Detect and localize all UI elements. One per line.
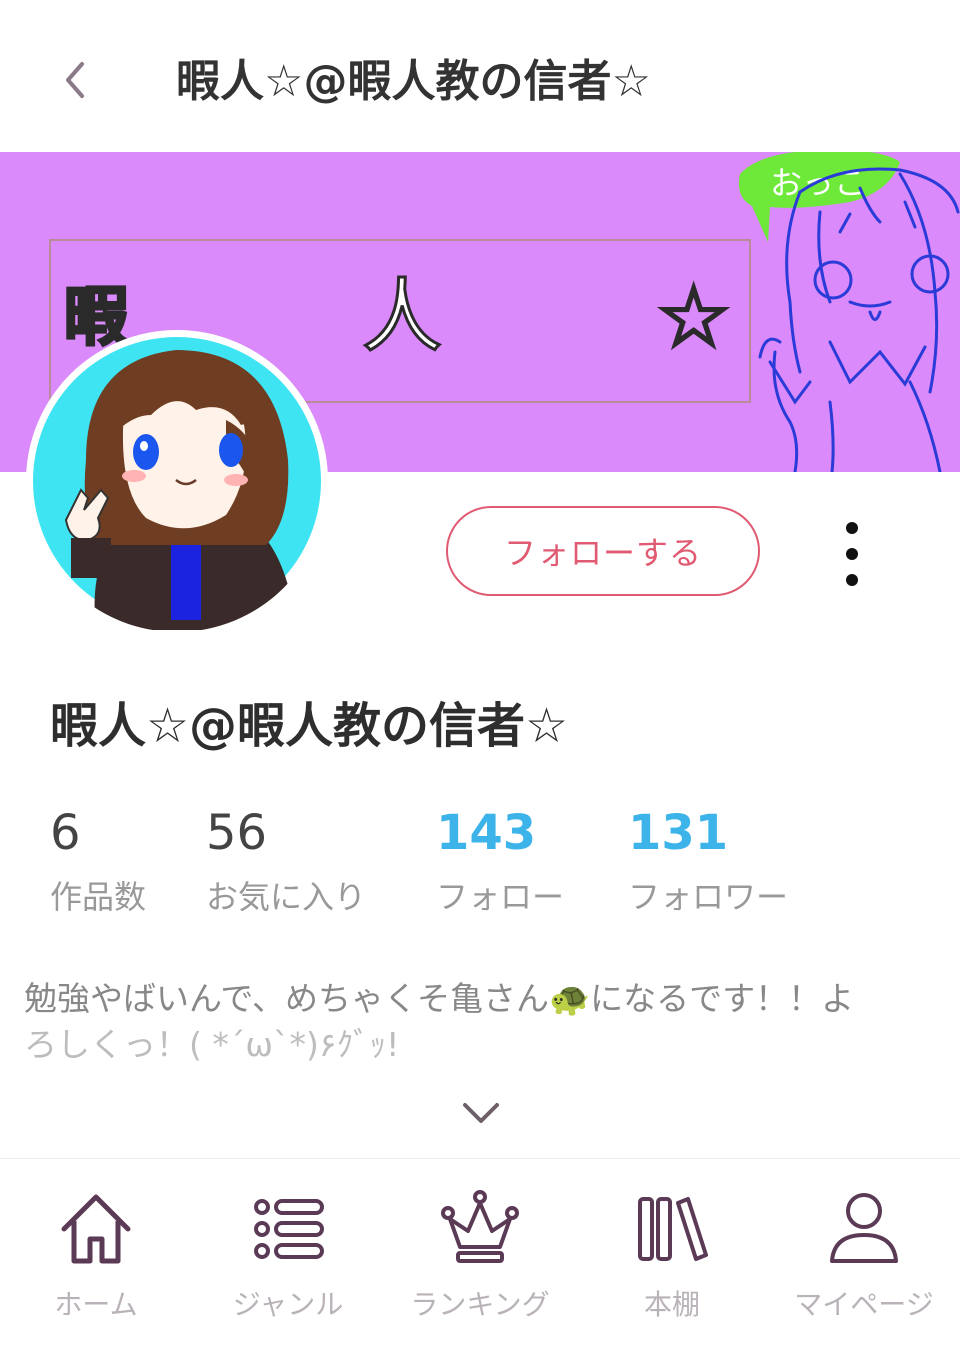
chevron-left-icon <box>66 62 84 98</box>
more-dot-icon <box>846 548 858 560</box>
more-dot-icon <box>846 574 858 586</box>
stat-following[interactable]: 143 フォロー <box>436 800 564 918</box>
bottom-nav: ホーム ジャンル ランキング 本棚 マイページ <box>0 1158 960 1349</box>
nav-label: ランキング <box>410 1288 550 1321</box>
page-title: 暇人☆@暇人教の信者☆ <box>176 56 651 107</box>
stat-value: 143 <box>436 805 537 861</box>
stat-value: 56 <box>206 805 268 861</box>
stat-label: フォロー <box>436 878 565 916</box>
list-icon <box>254 1199 324 1259</box>
banner-char-2: 人 <box>361 270 444 363</box>
home-icon <box>61 1194 131 1264</box>
nav-label: ホーム <box>54 1288 138 1321</box>
more-options-button[interactable] <box>830 522 874 586</box>
stat-favorites[interactable]: 56 お気に入り <box>206 800 366 918</box>
bookshelf-icon <box>638 1197 708 1261</box>
banner-char-3: ☆ <box>654 268 732 366</box>
top-bar: 暇人☆@暇人教の信者☆ <box>0 0 960 153</box>
crown-icon <box>441 1190 519 1263</box>
expand-bio-button[interactable] <box>456 1090 506 1136</box>
nav-bookshelf[interactable]: 本棚 <box>576 1159 768 1349</box>
stat-label: フォロワー <box>628 878 789 916</box>
stat-label: 作品数 <box>50 878 147 916</box>
nav-home[interactable]: ホーム <box>0 1159 192 1349</box>
profile-name: 暇人☆@暇人教の信者☆ <box>50 698 569 754</box>
nav-genre[interactable]: ジャンル <box>192 1159 384 1349</box>
nav-ranking[interactable]: ランキング <box>384 1159 576 1349</box>
bio-line: ろしくっ！( *´ω`*)۶ｸﾞｯ! <box>24 1025 400 1064</box>
stat-value: 131 <box>628 805 729 861</box>
more-dot-icon <box>846 522 858 534</box>
avatar[interactable] <box>26 330 328 632</box>
avatar-illustration <box>33 337 321 630</box>
nav-mypage[interactable]: マイページ <box>768 1159 960 1349</box>
follow-button[interactable]: フォローする <box>446 506 760 596</box>
nav-label: ジャンル <box>232 1288 344 1321</box>
stat-works[interactable]: 6 作品数 <box>50 800 146 918</box>
nav-label: 本棚 <box>643 1288 700 1321</box>
stat-label: お気に入り <box>206 878 367 916</box>
profile-bio: 勉強やばいんで、めちゃくそ亀さん🐢になるです！！よ ろしくっ！( *´ω`*)۶… <box>24 976 936 1068</box>
stat-followers[interactable]: 131 フォロワー <box>628 800 788 918</box>
back-button[interactable] <box>40 50 110 110</box>
user-icon <box>830 1193 898 1263</box>
chevron-down-icon <box>463 1103 499 1123</box>
stat-value: 6 <box>50 805 81 861</box>
nav-label: マイページ <box>794 1288 934 1321</box>
bio-line: 勉強やばいんで、めちゃくそ亀さん🐢になるです！！よ <box>24 979 855 1018</box>
